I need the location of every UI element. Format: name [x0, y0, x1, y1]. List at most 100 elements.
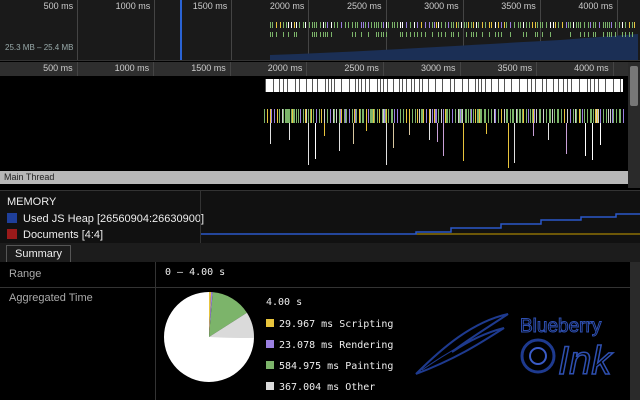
overview-event [605, 22, 606, 28]
task-event [316, 109, 317, 123]
frame-boundary [605, 79, 606, 92]
main-thread-track[interactable]: Main Thread [0, 171, 628, 184]
overview-event [288, 22, 289, 28]
agg-rendering-label: 23.078 ms Rendering [279, 340, 394, 351]
frame-boundary [358, 79, 359, 92]
overview-event [361, 32, 362, 37]
task-event [550, 109, 551, 123]
task-event [391, 109, 392, 123]
task-event [346, 109, 347, 123]
overview-event [625, 22, 626, 28]
task-event [430, 109, 431, 123]
ruler-tick-label: 1000 ms [114, 63, 150, 73]
agg-other-label: 367.004 ms Other [279, 382, 376, 393]
frame-boundary [312, 79, 313, 92]
overview-event [501, 22, 502, 28]
frame-boundary [563, 79, 564, 92]
task-event [445, 109, 446, 123]
task-event [308, 109, 309, 123]
overview-event [453, 32, 454, 37]
js-heap-label: Used JS Heap [26560904:26630900] [23, 213, 205, 225]
task-event [392, 109, 393, 123]
overview-event [270, 22, 271, 28]
overview-event [441, 22, 442, 28]
overview-event [476, 32, 477, 37]
overview-event [365, 22, 366, 28]
overview-event [570, 22, 571, 28]
task-event [481, 109, 482, 123]
rendering-swatch [266, 340, 274, 348]
overview-event [568, 22, 569, 28]
ruler-gridline [229, 62, 231, 76]
task-event [354, 109, 355, 123]
overview-event [327, 32, 328, 37]
task-event [593, 109, 594, 123]
overview-event [345, 22, 346, 28]
task-event [613, 109, 614, 123]
tab-summary[interactable]: Summary [6, 245, 72, 263]
overview-event [286, 22, 287, 28]
task-event [306, 109, 307, 123]
overview-event [553, 22, 554, 28]
task-event [590, 109, 591, 123]
subtask-event [270, 123, 271, 144]
overview-event [461, 22, 462, 28]
overview-event [498, 22, 499, 28]
overview-event [376, 32, 377, 37]
subtask-event [566, 123, 567, 154]
task-event [287, 109, 288, 123]
blueberry-ink-logo: Blueberry Ink [415, 313, 614, 380]
ruler-gridline [459, 62, 461, 76]
frame-boundary [519, 79, 520, 92]
frame-boundary [590, 79, 591, 92]
flame-chart[interactable]: Main Thread [0, 76, 628, 188]
task-event [339, 109, 340, 123]
task-event [534, 109, 535, 123]
overview-event [294, 32, 295, 37]
overview-event [495, 22, 496, 28]
overview-event [562, 22, 563, 28]
task-event [540, 109, 541, 123]
frame-boundary [369, 79, 370, 92]
memory-graph [200, 191, 640, 243]
overview-event [632, 32, 633, 37]
ruler-tick-label: 3500 ms [497, 63, 533, 73]
task-event [473, 109, 474, 123]
legend-documents[interactable]: Documents [4:4] [7, 229, 103, 241]
task-event [434, 109, 435, 123]
overview-event [482, 22, 483, 28]
task-event [417, 109, 418, 123]
overview-event [355, 22, 356, 28]
task-event [582, 109, 583, 123]
overview-event [590, 22, 591, 28]
task-event [512, 109, 513, 123]
timeline-overview[interactable]: 500 ms 1000 ms 1500 ms 2000 ms 2500 ms 3000 m… [0, 0, 640, 61]
task-event [303, 109, 304, 123]
task-event [517, 109, 518, 123]
scrollbar-thumb[interactable] [630, 66, 638, 106]
subtask-event [486, 123, 487, 134]
frame-boundary [422, 79, 423, 92]
task-event [564, 109, 565, 123]
legend-js-heap[interactable]: Used JS Heap [26560904:26630900] [7, 213, 204, 225]
frame-boundary [567, 79, 568, 92]
task-event [465, 109, 466, 123]
frame-boundary [279, 79, 280, 92]
overview-event [432, 32, 433, 37]
overview-event [555, 22, 556, 28]
task-event [289, 109, 290, 123]
overview-event [276, 22, 277, 28]
overview-event [441, 32, 442, 37]
task-event [539, 109, 540, 123]
flame-scrollbar[interactable] [628, 62, 640, 188]
task-event [443, 109, 444, 123]
overview-event [294, 22, 295, 28]
selection-handle[interactable] [180, 0, 182, 60]
frame-boundary [265, 79, 266, 92]
task-event [449, 109, 450, 123]
summary-scrollbar[interactable] [630, 262, 640, 400]
task-event [382, 109, 383, 123]
overview-event [352, 22, 353, 28]
ruler-tick-label: 4000 ms [574, 63, 609, 73]
frame-boundary [349, 79, 350, 92]
